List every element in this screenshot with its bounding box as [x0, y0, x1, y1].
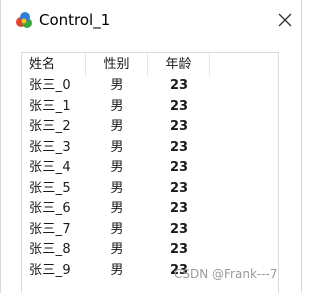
cell-name: 张三_8: [29, 242, 71, 257]
column-header-name[interactable]: 姓名: [22, 53, 86, 76]
cell-gender: 男: [110, 242, 124, 257]
app-icon: [16, 12, 32, 28]
cell-name: 张三_5: [29, 180, 71, 196]
column-header-gender[interactable]: 性别: [86, 53, 148, 76]
cell-age: 23: [169, 160, 189, 175]
list-item[interactable]: 张三_6 男 23: [22, 199, 278, 220]
window-title: Control_1: [39, 11, 111, 29]
cell-gender: 男: [110, 78, 124, 93]
cell-name: 张三_9: [29, 262, 71, 278]
cell-age: 23: [169, 98, 189, 114]
cell-age: 23: [169, 201, 189, 216]
list-view[interactable]: 姓名 性别 年龄 张三_0 男 23 张三_1 男 23 张三_2 男 23 张三_3 男 23 张三_…: [21, 52, 279, 293]
cell-name: 张三_4: [29, 160, 71, 175]
cell-age: 23: [169, 221, 189, 237]
window: Control_1 姓名 性别 年龄 张三_0 男 23 张三_1 男 23 张三_2 男 23…: [0, 0, 302, 293]
list-item[interactable]: 张三_1 男 23: [22, 97, 278, 118]
list-item[interactable]: 张三_0 男 23: [22, 76, 278, 97]
cell-age: 23: [169, 242, 189, 257]
cell-age: 23: [169, 139, 189, 155]
cell-gender: 男: [110, 221, 124, 237]
watermark: CSDN @Frank---7: [174, 267, 278, 281]
cell-age: 23: [169, 78, 189, 93]
column-header-age[interactable]: 年龄: [148, 53, 210, 76]
cell-name: 张三_2: [29, 119, 71, 134]
list-item[interactable]: 张三_2 男 23: [22, 117, 278, 138]
cell-name: 张三_3: [29, 139, 71, 155]
cell-gender: 男: [110, 262, 124, 278]
cell-gender: 男: [110, 201, 124, 216]
cell-gender: 男: [110, 180, 124, 196]
list-item[interactable]: 张三_7 男 23: [22, 220, 278, 241]
cell-gender: 男: [110, 160, 124, 175]
list-item[interactable]: 张三_4 男 23: [22, 158, 278, 179]
cell-name: 张三_1: [29, 98, 71, 114]
cell-name: 张三_0: [29, 78, 71, 93]
list-item[interactable]: 张三_5 男 23: [22, 179, 278, 200]
cell-name: 张三_6: [29, 201, 71, 216]
cell-gender: 男: [110, 98, 124, 114]
list-header: 姓名 性别 年龄: [22, 53, 278, 76]
title-bar[interactable]: Control_1: [1, 0, 301, 40]
cell-age: 23: [169, 180, 189, 196]
cell-gender: 男: [110, 119, 124, 134]
list-item[interactable]: 张三_3 男 23: [22, 138, 278, 159]
cell-age: 23: [169, 119, 189, 134]
cell-name: 张三_7: [29, 221, 71, 237]
close-icon[interactable]: [273, 8, 297, 32]
cell-gender: 男: [110, 139, 124, 155]
list-item[interactable]: 张三_8 男 23: [22, 240, 278, 261]
